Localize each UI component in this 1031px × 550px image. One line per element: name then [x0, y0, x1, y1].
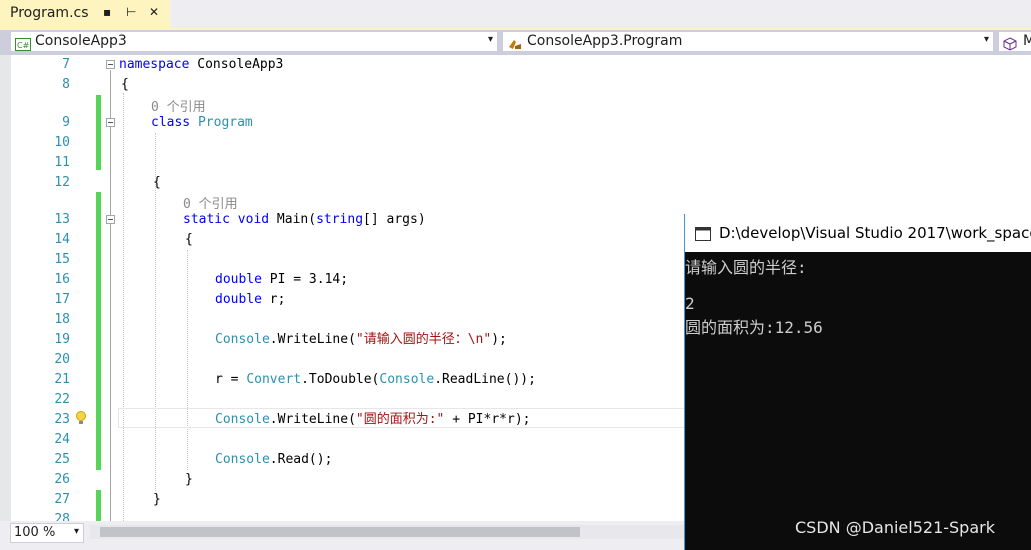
line-number: 19: [54, 332, 70, 347]
line-number: 25: [54, 452, 70, 467]
change-indicator: [96, 95, 101, 170]
outline-line: [110, 70, 112, 521]
console-titlebar[interactable]: D:\develop\Visual Studio 2017\work_space…: [685, 214, 1031, 252]
code-line: Console.WriteLine("请输入圆的半径：\n");: [215, 332, 507, 347]
line-number: 23: [54, 412, 70, 427]
lightbulb-icon[interactable]: [75, 411, 87, 430]
code-line: Console.WriteLine("圆的面积为:" + PI*r*r);: [215, 412, 531, 427]
collapse-toggle[interactable]: [106, 215, 115, 224]
pin-icon[interactable]: ⊢: [126, 5, 136, 19]
tab-program-cs[interactable]: Program.cs ▪ ⊢ ✕: [0, 0, 170, 28]
chevron-down-icon: ▾: [73, 526, 79, 537]
console-title: D:\develop\Visual Studio 2017\work_space…: [719, 224, 1031, 242]
class-icon: [507, 36, 523, 55]
csharp-project-icon: C#: [15, 36, 31, 55]
line-number: 13: [54, 212, 70, 227]
line-number: 12: [54, 175, 70, 190]
line-number: 28: [54, 512, 70, 521]
line-number: 26: [54, 472, 70, 487]
line-number: 16: [54, 272, 70, 287]
line-number: 15: [54, 252, 70, 267]
line-number: 7: [62, 57, 70, 72]
project-label: ConsoleApp3: [35, 33, 127, 49]
collapse-toggle[interactable]: [106, 60, 115, 69]
member-label: M: [1023, 33, 1031, 49]
member-dropdown[interactable]: M: [998, 31, 1031, 52]
svg-text:C#: C#: [17, 41, 30, 50]
code-line: {: [121, 77, 129, 92]
line-number: 22: [54, 392, 70, 407]
indent-guide: [187, 250, 188, 470]
line-number: 21: [54, 372, 70, 387]
code-line: double PI = 3.14;: [215, 272, 349, 287]
code-line: }: [153, 492, 161, 507]
code-line: {: [185, 232, 193, 247]
chevron-down-icon: ▾: [487, 34, 493, 45]
class-dropdown[interactable]: ConsoleApp3.Program ▾: [502, 31, 994, 52]
change-indicator: [96, 192, 101, 470]
class-label: ConsoleApp3.Program: [527, 33, 683, 49]
line-number: 27: [54, 492, 70, 507]
method-icon: [1003, 36, 1017, 55]
project-dropdown[interactable]: C# ConsoleApp3 ▾: [10, 31, 498, 52]
code-line: class Program: [151, 115, 253, 130]
lock-icon: ▪: [103, 5, 112, 19]
watermark: CSDN @Daniel521-Spark: [795, 518, 995, 537]
code-line: {: [153, 175, 161, 190]
console-line: 圆的面积为:12.56: [685, 318, 823, 337]
close-icon[interactable]: ✕: [149, 5, 159, 19]
editor-margin: [0, 55, 11, 521]
line-number: 24: [54, 432, 70, 447]
zoom-dropdown[interactable]: 100 % ▾: [10, 523, 84, 543]
code-line: r = Convert.ToDouble(Console.ReadLine())…: [215, 372, 536, 387]
code-line: namespace ConsoleApp3: [119, 57, 284, 72]
tab-title: Program.cs: [10, 5, 89, 21]
console-window[interactable]: D:\develop\Visual Studio 2017\work_space…: [684, 214, 1031, 550]
line-number: 20: [54, 352, 70, 367]
console-line: 请输入圆的半径:: [685, 258, 807, 277]
scrollbar-thumb[interactable]: [100, 527, 580, 537]
line-number: 8: [62, 77, 70, 92]
line-number: 9: [62, 115, 70, 130]
code-line: Console.Read();: [215, 452, 333, 467]
zoom-level: 100 %: [14, 525, 56, 540]
line-number: 18: [54, 312, 70, 327]
console-output: 请输入圆的半径: 2 圆的面积为:12.56: [685, 252, 1031, 550]
code-line: }: [185, 472, 193, 487]
code-line: double r;: [215, 292, 286, 307]
console-app-icon: [695, 226, 711, 245]
indent-guide: [123, 93, 124, 521]
navigation-bar: C# ConsoleApp3 ▾ ConsoleApp3.Program ▾ M: [0, 30, 1031, 55]
line-number: 10: [54, 135, 70, 150]
code-line: static void Main(string[] args): [183, 212, 426, 227]
line-number: 11: [54, 155, 70, 170]
line-number: 14: [54, 232, 70, 247]
console-line: 2: [685, 294, 695, 313]
chevron-down-icon: ▾: [983, 34, 989, 45]
change-indicator: [96, 490, 101, 521]
collapse-toggle[interactable]: [106, 118, 115, 127]
line-number: 17: [54, 292, 70, 307]
